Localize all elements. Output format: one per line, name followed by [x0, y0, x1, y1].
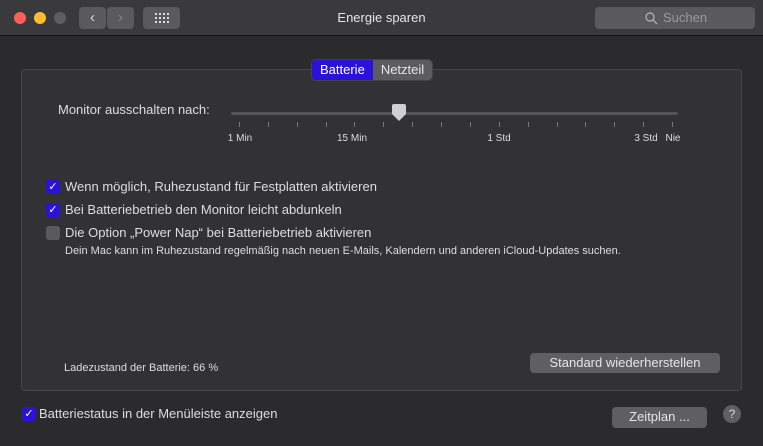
tick-label: 1 Std — [487, 133, 511, 144]
option-label: Bei Batteriebetrieb den Monitor leicht a… — [65, 202, 342, 217]
slider-tick — [643, 122, 645, 127]
option-label: Die Option „Power Nap“ bei Batteriebetri… — [65, 225, 372, 240]
slider-tick — [469, 122, 471, 127]
power-nap-description: Dein Mac kann im Ruhezustand regelmäßig … — [65, 245, 621, 257]
checkbox-disk-sleep[interactable]: ✓ — [46, 180, 60, 194]
tab-batterie[interactable]: Batterie — [312, 60, 373, 80]
slider-tick — [556, 122, 558, 127]
slider-tick — [267, 122, 269, 127]
search-icon — [645, 12, 658, 25]
slider-tick — [296, 122, 298, 127]
slider-tick — [498, 122, 500, 127]
slider-tick — [412, 122, 414, 127]
slider-tick — [527, 122, 529, 127]
search-input[interactable]: Suchen — [595, 7, 755, 29]
slider-tick — [354, 122, 356, 127]
slider-label: Monitor ausschalten nach: — [58, 102, 210, 117]
tick-label: 15 Min — [336, 133, 368, 144]
checkbox-dim-display[interactable]: ✓ — [46, 203, 60, 217]
option-label: Batteriestatus in der Menüleiste anzeige… — [39, 406, 278, 421]
slider-tick — [441, 122, 443, 127]
slider-tick — [585, 122, 587, 127]
slider-tick — [672, 122, 673, 127]
search-placeholder: Suchen — [663, 10, 708, 25]
slider-tick — [614, 122, 616, 127]
tick-label: Nie — [665, 133, 681, 144]
display-sleep-slider[interactable] — [231, 112, 678, 115]
help-button[interactable]: ? — [723, 405, 741, 423]
checkbox-menubar-battery[interactable]: ✓ — [22, 407, 36, 421]
restore-defaults-button[interactable]: Standard wiederherstellen — [530, 353, 720, 373]
slider-thumb[interactable] — [392, 104, 407, 121]
tick-label: 3 Std — [634, 133, 658, 144]
slider-tick — [325, 122, 327, 127]
slider-tick — [383, 122, 385, 127]
tab-netzteil[interactable]: Netzteil — [372, 60, 433, 80]
tab-bar: Batterie Netzteil — [312, 60, 433, 80]
checkbox-power-nap[interactable] — [46, 226, 60, 240]
title-bar: ‹ › Energie sparen Suchen — [0, 0, 763, 36]
option-label: Wenn möglich, Ruhezustand für Festplatte… — [65, 179, 377, 194]
battery-level: Ladezustand der Batterie: 66 % — [64, 362, 219, 374]
slider-tick — [239, 122, 240, 127]
tick-label: 1 Min — [227, 133, 253, 144]
schedule-button[interactable]: Zeitplan ... — [612, 407, 707, 428]
